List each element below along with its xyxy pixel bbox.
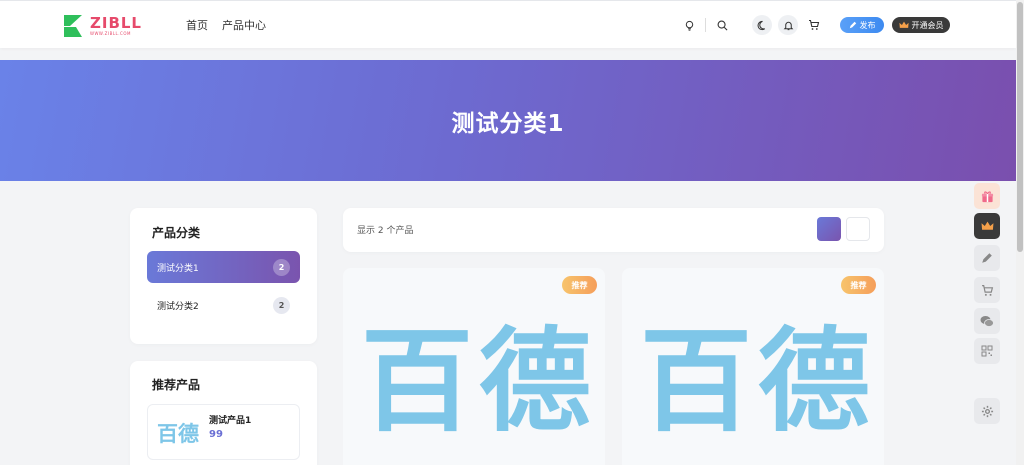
qrcode-icon xyxy=(981,345,993,357)
vip-float-button[interactable] xyxy=(974,213,1000,239)
category-card: 产品分类 测试分类1 2 测试分类2 2 xyxy=(130,208,317,344)
site-header: ZIBLL WWW.ZIBLL.COM 首页 产品中心 发布 开通会员 xyxy=(0,0,1016,48)
publish-button[interactable]: 发布 xyxy=(840,17,884,33)
qrcode-button[interactable] xyxy=(974,338,1000,364)
recommend-badge: 推荐 xyxy=(562,276,597,294)
gift-icon xyxy=(981,190,993,202)
recommend-item-thumbnail: 百德 xyxy=(157,422,199,446)
pencil-icon xyxy=(849,21,856,29)
product-card[interactable]: 百德 推荐 xyxy=(622,268,884,465)
recommend-badge: 推荐 xyxy=(841,276,876,294)
category-banner: 测试分类1 xyxy=(0,60,1016,181)
crown-icon xyxy=(898,21,909,28)
wechat-button[interactable] xyxy=(974,308,1000,334)
recommend-item[interactable]: 百德 测试产品1 99 xyxy=(147,404,300,460)
recommend-card: 推荐产品 百德 测试产品1 99 xyxy=(130,361,317,465)
settings-button[interactable] xyxy=(974,398,1000,424)
header-actions xyxy=(752,1,824,49)
pencil-icon xyxy=(982,253,992,263)
product-card[interactable]: 百德 推荐 xyxy=(343,268,605,465)
crown-icon xyxy=(981,221,993,230)
logo-subtext: WWW.ZIBLL.COM xyxy=(89,30,131,36)
moon-icon[interactable] xyxy=(752,15,772,35)
site-logo[interactable]: ZIBLL WWW.ZIBLL.COM xyxy=(62,13,142,39)
logo-mark-icon xyxy=(63,15,82,37)
vip-label: 开通会员 xyxy=(911,20,944,30)
category-item-1[interactable]: 测试分类1 2 xyxy=(147,251,300,283)
cart-icon[interactable] xyxy=(804,15,824,35)
category-item-2[interactable]: 测试分类2 2 xyxy=(147,289,300,321)
cart-icon xyxy=(981,284,993,296)
product-image: 百德 xyxy=(361,317,597,447)
nav-products[interactable]: 产品中心 xyxy=(222,17,266,33)
logo-wordmark: ZIBLL xyxy=(89,13,142,32)
page-title: 测试分类1 xyxy=(451,110,565,137)
grid-view-button[interactable] xyxy=(817,217,841,241)
header-divider xyxy=(705,18,706,32)
search-icon[interactable] xyxy=(712,15,732,35)
write-button[interactable] xyxy=(974,245,1000,271)
page-scrollbar[interactable] xyxy=(1016,0,1024,465)
category-count-badge: 2 xyxy=(273,296,290,314)
list-view-button[interactable] xyxy=(846,217,870,241)
cart-float-button[interactable] xyxy=(974,277,1000,303)
publish-label: 发布 xyxy=(859,20,876,30)
bell-icon[interactable] xyxy=(778,15,798,35)
scrollbar-thumb[interactable] xyxy=(1017,2,1023,252)
gear-icon xyxy=(981,405,993,417)
recommend-item-price: 99 xyxy=(209,429,223,440)
header-tools xyxy=(679,1,732,49)
main-nav: 首页 产品中心 xyxy=(186,1,266,49)
product-image: 百德 xyxy=(640,317,876,447)
category-count-badge: 2 xyxy=(273,258,290,276)
category-card-title: 产品分类 xyxy=(152,226,201,240)
category-item-label: 测试分类2 xyxy=(157,301,199,312)
nav-home[interactable]: 首页 xyxy=(186,17,208,33)
recommend-card-title: 推荐产品 xyxy=(152,378,201,392)
lightbulb-icon[interactable] xyxy=(679,15,699,35)
result-count: 显示 2 个产品 xyxy=(357,226,414,236)
vip-button[interactable]: 开通会员 xyxy=(892,17,950,33)
category-item-label: 测试分类1 xyxy=(157,263,199,274)
product-toolbar: 显示 2 个产品 xyxy=(343,208,884,252)
recommend-item-name: 测试产品1 xyxy=(209,416,252,426)
gift-button[interactable] xyxy=(974,183,1000,209)
wechat-icon xyxy=(980,315,994,327)
